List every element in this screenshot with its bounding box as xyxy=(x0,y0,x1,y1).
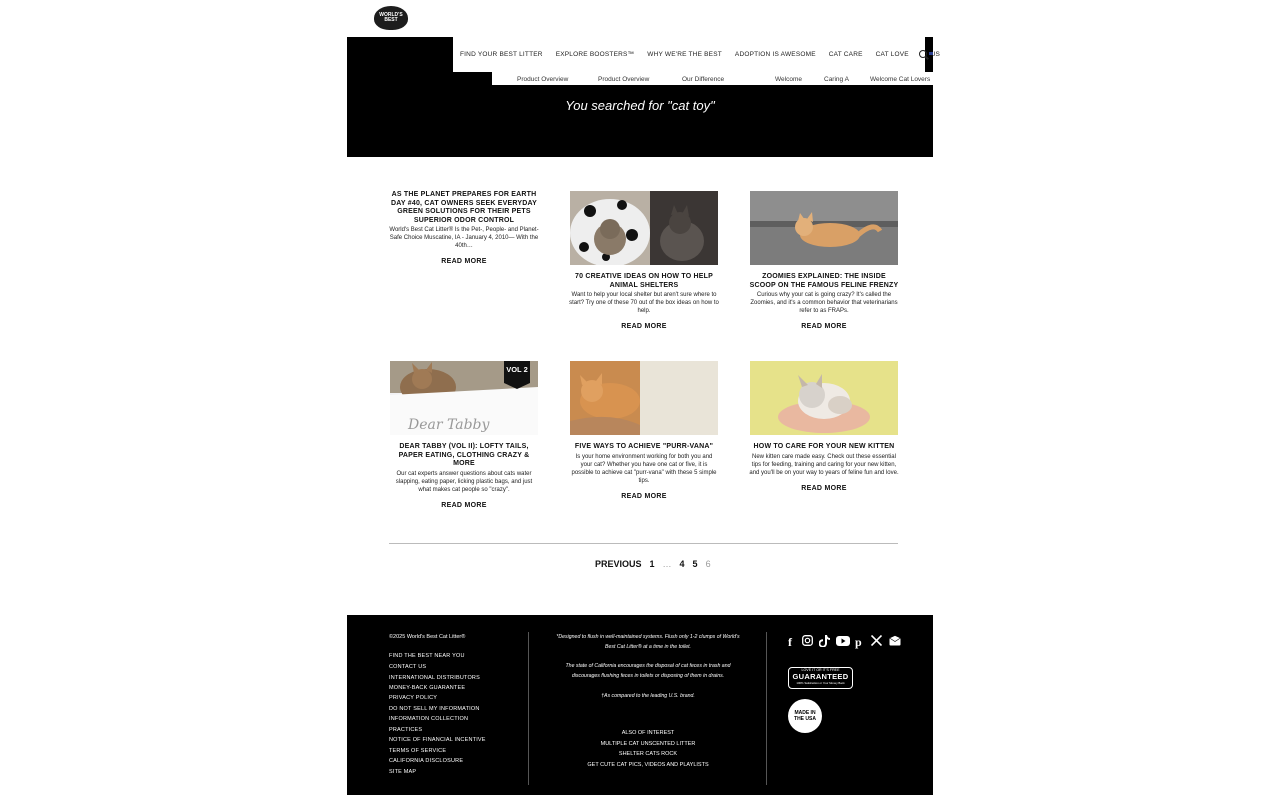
subnav-product-overview-2[interactable]: Product Overview xyxy=(598,76,649,83)
footer-link-financial-incentive[interactable]: NOTICE OF FINANCIAL INCENTIVE xyxy=(389,737,486,743)
guarantee-text: GUARANTEED xyxy=(792,672,849,681)
article-image[interactable] xyxy=(750,191,898,265)
read-more-link[interactable]: READ MORE xyxy=(621,493,666,500)
article-title[interactable]: Five Ways to Achieve "Purr-vana" xyxy=(569,443,719,452)
search-result-heading: You searched for "cat toy" xyxy=(565,98,715,113)
pager-previous[interactable]: PREVIOUS xyxy=(595,559,642,569)
footer-separator xyxy=(528,632,529,785)
article-title[interactable]: How to Care for Your New Kitten xyxy=(749,443,899,452)
footer-link-shelter-cats[interactable]: SHELTER CATS ROCK xyxy=(552,751,744,757)
made-in-usa-badge: MADE IN THE USA xyxy=(788,699,822,733)
logo-text: WORLD'S BEST xyxy=(379,12,403,23)
article-image[interactable] xyxy=(570,361,718,435)
also-of-interest-heading: ALSO OF INTEREST xyxy=(621,730,675,736)
nav-cat-love[interactable]: CAT LOVE xyxy=(876,51,909,58)
nav-why-best[interactable]: WHY WE'RE THE BEST xyxy=(647,51,722,58)
footer-link-sitemap[interactable]: SITE MAP xyxy=(389,769,416,775)
subnav-our-difference[interactable]: Our Difference xyxy=(682,76,724,83)
article-card: How to Care for Your New Kitten New kitt… xyxy=(749,361,899,495)
footer-link-privacy[interactable]: PRIVACY POLICY xyxy=(389,695,437,701)
pager-ellipsis: … xyxy=(662,559,672,569)
footer-link-find-best[interactable]: FIND THE BEST NEAR YOU xyxy=(389,653,465,659)
nav-adoption[interactable]: ADOPTION IS AWESOME xyxy=(735,51,816,58)
read-more-link[interactable]: READ MORE xyxy=(441,502,486,509)
article-title[interactable]: 70 Creative Ideas on How to Help Animal … xyxy=(569,273,719,290)
article-card: Five Ways to Achieve "Purr-vana" Is your… xyxy=(569,361,719,503)
read-more-link[interactable]: READ MORE xyxy=(621,323,666,330)
article-image[interactable] xyxy=(570,191,718,265)
article-title[interactable]: As the Planet Prepares for Earth Day #40… xyxy=(389,191,539,225)
subnav-caring[interactable]: Caring A xyxy=(824,76,849,83)
article-title[interactable]: Dear Tabby (Vol II): Lofty Tails, Paper … xyxy=(389,443,539,469)
flush-disclaimer: *Designed to flush in well-maintained sy… xyxy=(556,634,740,650)
footer-link-california[interactable]: CALIFORNIA DISCLOSURE xyxy=(389,758,463,764)
footer-link-do-not-sell[interactable]: DO NOT SELL MY INFORMATION xyxy=(389,706,480,712)
guarantee-badge[interactable]: LOVE IT OR IT'S FREE GUARANTEED 100% Sat… xyxy=(788,667,853,689)
dear-tabby-overlay: Dear Tabby xyxy=(407,417,491,433)
article-excerpt: World's Best Cat Litter® Is the Pet-, Pe… xyxy=(389,227,539,249)
pager-page-5[interactable]: 5 xyxy=(693,559,698,569)
made-in-usa-text: MADE IN THE USA xyxy=(794,710,816,722)
pager-page-4[interactable]: 4 xyxy=(680,559,685,569)
copyright: ©2025 World's Best Cat Litter® xyxy=(389,634,466,640)
instagram-icon[interactable] xyxy=(802,635,813,649)
subnav-welcome-cat-lovers[interactable]: Welcome Cat Lovers xyxy=(870,76,930,83)
article-excerpt: New kitten care made easy. Check out the… xyxy=(749,453,899,476)
article-image[interactable] xyxy=(750,361,898,435)
article-card: 70 Creative Ideas on How to Help Animal … xyxy=(569,191,719,333)
footer-link-contact[interactable]: CONTACT US xyxy=(389,664,426,670)
article-excerpt: Curious why your cat is going crazy? It'… xyxy=(750,292,898,314)
footer-link-practices[interactable]: PRACTICES xyxy=(389,727,422,733)
read-more-link[interactable]: READ MORE xyxy=(801,323,846,330)
footer-link-unscented[interactable]: MULTIPLE CAT UNSCENTED LITTER xyxy=(552,741,744,747)
pinterest-icon[interactable]: p xyxy=(855,635,862,650)
footer-link-guarantee[interactable]: MONEY-BACK GUARANTEE xyxy=(389,685,465,691)
pager-page-1[interactable]: 1 xyxy=(650,559,655,569)
footer-link-info-collection[interactable]: INFORMATION COLLECTION xyxy=(389,716,468,722)
footer-link-terms[interactable]: TERMS OF SERVICE xyxy=(389,748,446,754)
california-disclaimer: The state of California encourages the d… xyxy=(565,663,731,679)
nav-cat-care[interactable]: CAT CARE xyxy=(829,51,863,58)
facebook-icon[interactable]: f xyxy=(788,635,792,650)
content-divider xyxy=(389,543,898,544)
article-excerpt: Is your home environment working for bot… xyxy=(571,453,717,484)
subnav-product-overview-1[interactable]: Product Overview xyxy=(517,76,568,83)
comparison-disclaimer: †As compared to the leading U.S. brand. xyxy=(601,693,695,699)
main-nav: FIND YOUR BEST LITTER EXPLORE BOOSTERS™ … xyxy=(453,37,940,72)
vol-badge: VOL 2 xyxy=(506,365,528,374)
email-icon[interactable] xyxy=(888,635,902,649)
footer-separator xyxy=(766,632,767,785)
tiktok-icon[interactable] xyxy=(818,635,830,650)
pager-page-6-current: 6 xyxy=(705,559,711,569)
read-more-link[interactable]: READ MORE xyxy=(801,485,846,492)
nav-edge xyxy=(925,60,933,72)
article-image[interactable]: Dear Tabby VOL 2 xyxy=(390,361,538,435)
pagination: PREVIOUS 1 … 4 5 6 xyxy=(595,559,719,569)
nav-find-litter[interactable]: FIND YOUR BEST LITTER xyxy=(460,51,543,58)
article-card: Zoomies Explained: The Inside Scoop on t… xyxy=(749,191,899,333)
site-footer: ©2025 World's Best Cat Litter® FIND THE … xyxy=(347,615,933,795)
article-excerpt: Want to help your local shelter but aren… xyxy=(569,292,719,314)
article-title[interactable]: Zoomies Explained: The Inside Scoop on t… xyxy=(749,273,899,290)
article-card: Dear Tabby VOL 2 Dear Tabby (Vol II): Lo… xyxy=(389,361,539,512)
article-excerpt: Our cat experts answer questions about c… xyxy=(395,470,533,493)
x-twitter-icon[interactable] xyxy=(870,634,883,649)
subnav-welcome[interactable]: Welcome xyxy=(775,76,802,83)
youtube-icon[interactable] xyxy=(836,635,850,649)
article-card: As the Planet Prepares for Earth Day #40… xyxy=(389,191,539,268)
read-more-link[interactable]: READ MORE xyxy=(441,258,486,265)
guarantee-sub: 100% Satisfaction or Your Money Back xyxy=(796,681,845,685)
brand-logo[interactable]: WORLD'S BEST xyxy=(374,6,408,30)
footer-link-cute-cat-pics[interactable]: GET CUTE CAT PICS, VIDEOS AND PLAYLISTS xyxy=(552,762,744,768)
nav-explore-boosters[interactable]: EXPLORE BOOSTERS™ xyxy=(556,51,635,58)
footer-link-distributors[interactable]: INTERNATIONAL DISTRIBUTORS xyxy=(389,675,480,681)
